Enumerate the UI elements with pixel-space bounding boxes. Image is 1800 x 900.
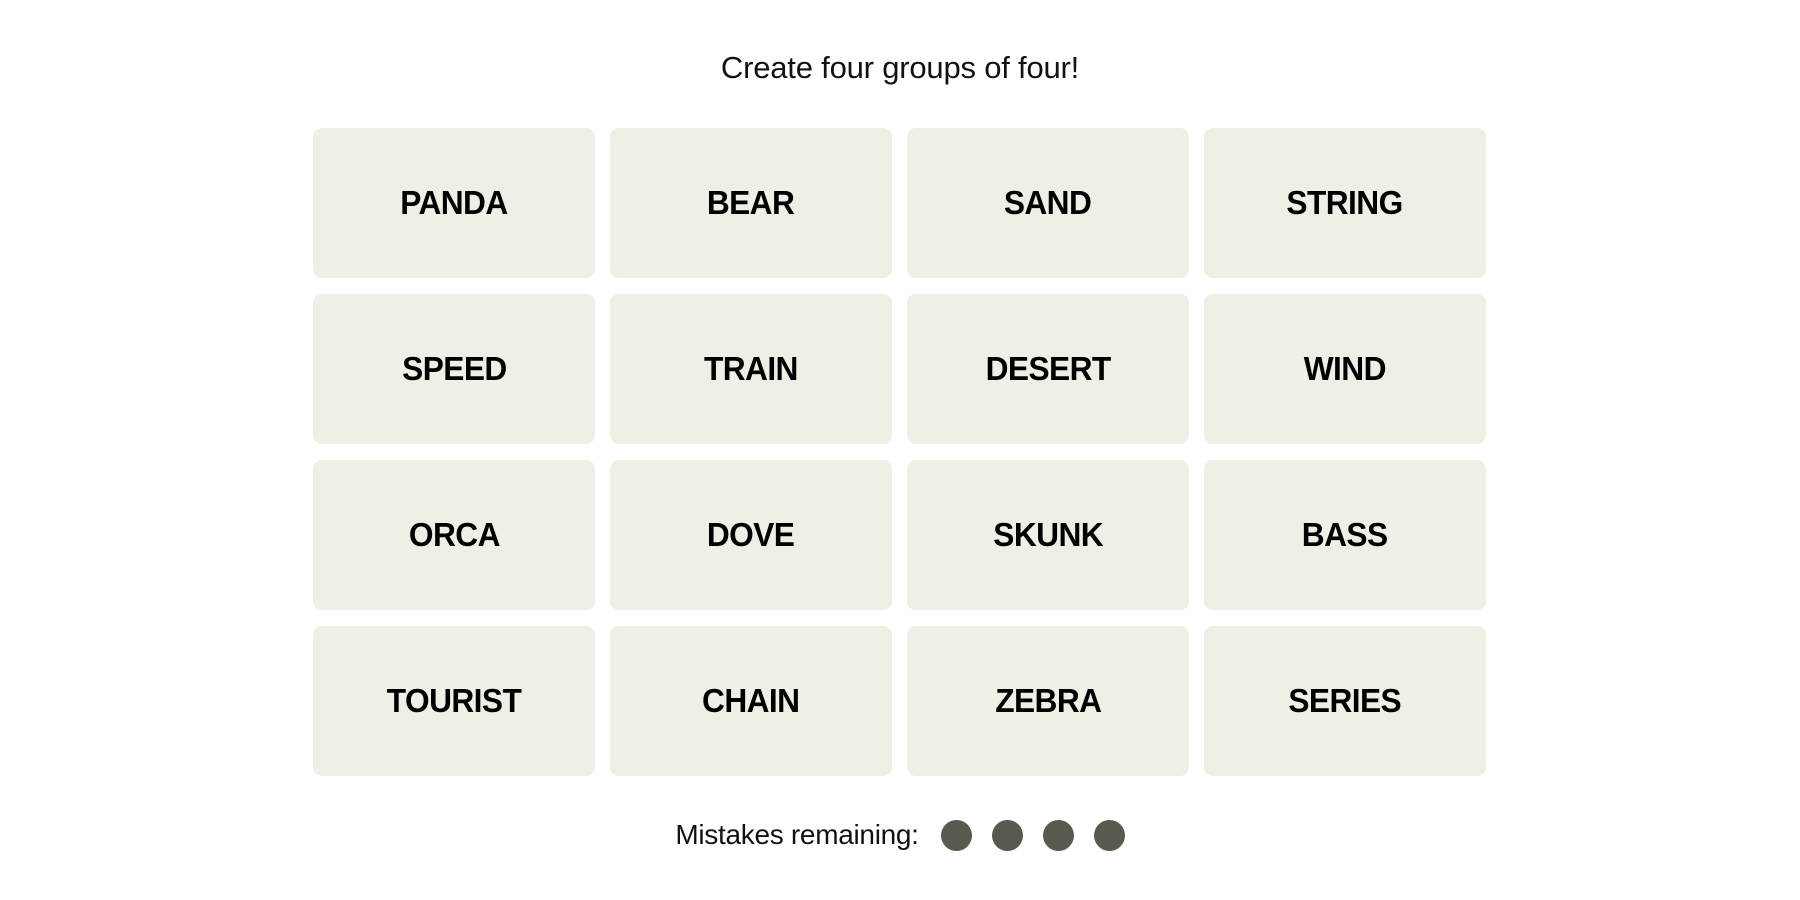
word-tile[interactable]: SPEED (313, 294, 595, 444)
word-tile-label: TOURIST (386, 682, 522, 719)
word-tile-label: STRING (1286, 184, 1404, 221)
word-tile-label: WIND (1303, 350, 1387, 387)
word-tile[interactable]: BASS (1204, 460, 1486, 610)
word-tile-label: PANDA (400, 184, 508, 221)
word-tile-label: CHAIN (702, 682, 800, 719)
word-tile-label: SKUNK (993, 516, 1103, 553)
word-tile-label: ZEBRA (994, 682, 1102, 719)
word-tile-label: SPEED (401, 350, 507, 387)
word-tile-label: BASS (1302, 516, 1388, 553)
word-tile[interactable]: SERIES (1204, 626, 1486, 776)
word-tile[interactable]: CHAIN (610, 626, 892, 776)
word-tile-label: DESERT (985, 350, 1111, 387)
word-tile[interactable]: SKUNK (907, 460, 1189, 610)
word-tile-label: BEAR (707, 184, 795, 221)
word-tile[interactable]: PANDA (313, 128, 595, 278)
game-instructions: Create four groups of four! (720, 50, 1080, 85)
word-grid: PANDA BEAR SAND STRING SPEED TRAIN DESER… (313, 128, 1486, 776)
word-tile[interactable]: TOURIST (313, 626, 595, 776)
word-tile[interactable]: WIND (1204, 294, 1486, 444)
word-tile[interactable]: ORCA (313, 460, 595, 610)
word-tile-label: SAND (1004, 184, 1092, 221)
word-tile-label: ORCA (408, 516, 501, 553)
word-tile[interactable]: DOVE (610, 460, 892, 610)
word-tile[interactable]: BEAR (610, 128, 892, 278)
word-tile-label: DOVE (707, 516, 795, 553)
word-tile[interactable]: DESERT (907, 294, 1189, 444)
mistake-dot-icon (991, 819, 1023, 851)
word-tile[interactable]: STRING (1204, 128, 1486, 278)
mistakes-remaining-dots (940, 819, 1125, 851)
word-tile-label: SERIES (1288, 682, 1402, 719)
mistake-dot-icon (1093, 819, 1125, 851)
word-tile[interactable]: ZEBRA (907, 626, 1189, 776)
mistakes-remaining: Mistakes remaining: (0, 815, 1800, 855)
word-tile[interactable]: SAND (907, 128, 1189, 278)
mistake-dot-icon (940, 819, 972, 851)
word-tile[interactable]: TRAIN (610, 294, 892, 444)
word-tile-label: TRAIN (704, 350, 798, 387)
mistakes-remaining-label: Mistakes remaining: (675, 819, 919, 850)
mistake-dot-icon (1042, 819, 1074, 851)
